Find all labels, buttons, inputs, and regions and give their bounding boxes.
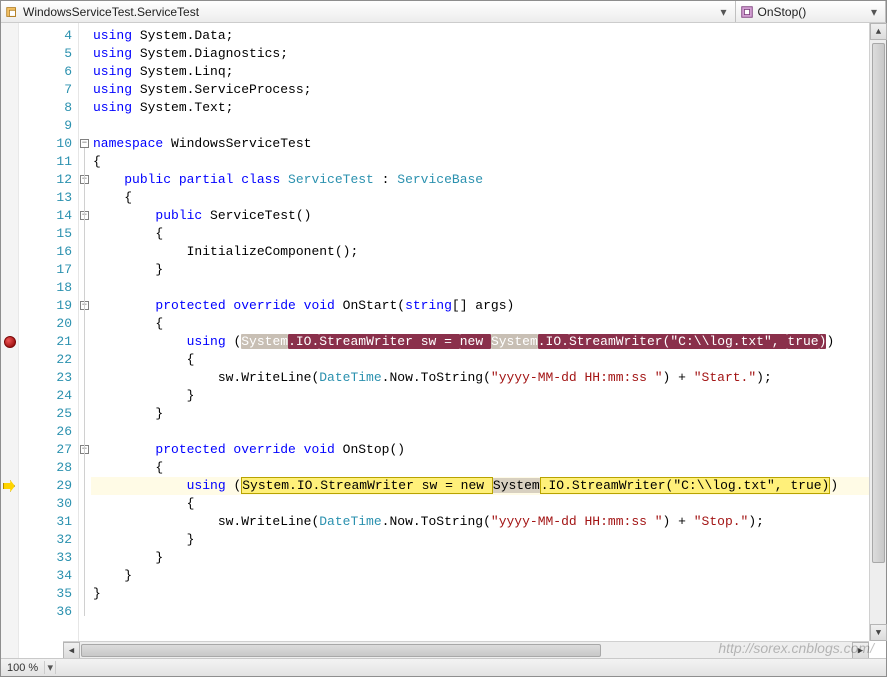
chevron-down-icon: ▾ — [867, 5, 881, 19]
line-number: 25 — [19, 405, 78, 423]
zoom-dropdown-icon[interactable]: ▾ — [44, 661, 56, 674]
scroll-thumb[interactable] — [81, 644, 601, 657]
line-number: 35 — [19, 585, 78, 603]
line-number: 11 — [19, 153, 78, 171]
line-number: 12 — [19, 171, 78, 189]
member-dropdown[interactable]: OnStop() ▾ — [736, 1, 886, 22]
breakpoint-icon[interactable] — [4, 336, 16, 348]
code-line[interactable]: protected override void OnStop() — [91, 441, 886, 459]
line-number: 20 — [19, 315, 78, 333]
line-number: 27 — [19, 441, 78, 459]
line-number: 24 — [19, 387, 78, 405]
line-number: 28 — [19, 459, 78, 477]
code-line[interactable] — [91, 423, 886, 441]
code-line[interactable]: } — [91, 531, 886, 549]
code-line[interactable]: using (System.IO.StreamWriter sw = new S… — [91, 477, 886, 495]
code-line[interactable] — [91, 117, 886, 135]
code-line[interactable]: using System.Linq; — [91, 63, 886, 81]
code-line[interactable]: { — [91, 225, 886, 243]
horizontal-scrollbar[interactable]: ◀ ▶ — [63, 641, 869, 658]
code-line[interactable]: { — [91, 351, 886, 369]
line-number: 5 — [19, 45, 78, 63]
code-editor[interactable]: 4567891011121314151617181920212223242526… — [1, 23, 886, 658]
line-number: 23 — [19, 369, 78, 387]
code-line[interactable] — [91, 603, 886, 621]
code-surface[interactable]: using System.Data;using System.Diagnosti… — [91, 23, 886, 658]
scroll-right-arrow-icon[interactable]: ▶ — [852, 642, 869, 659]
chevron-down-icon: ▾ — [717, 5, 731, 19]
scroll-thumb[interactable] — [872, 43, 885, 563]
line-number: 7 — [19, 81, 78, 99]
line-number: 26 — [19, 423, 78, 441]
code-line[interactable]: { — [91, 153, 886, 171]
line-number: 17 — [19, 261, 78, 279]
code-line[interactable]: using (System.IO.StreamWriter sw = new S… — [91, 333, 886, 351]
code-line[interactable]: { — [91, 189, 886, 207]
outline-collapse-icon[interactable]: − — [80, 139, 89, 148]
line-number: 29 — [19, 477, 78, 495]
line-number-gutter: 4567891011121314151617181920212223242526… — [19, 23, 79, 658]
outlining-margin[interactable]: −−−−− — [79, 23, 91, 658]
code-line[interactable]: using System.ServiceProcess; — [91, 81, 886, 99]
navigation-bar: WindowsServiceTest.ServiceTest ▾ OnStop(… — [1, 1, 886, 23]
code-line[interactable]: } — [91, 387, 886, 405]
line-number: 36 — [19, 603, 78, 621]
current-statement-icon[interactable] — [3, 480, 15, 492]
line-number: 13 — [19, 189, 78, 207]
line-number: 16 — [19, 243, 78, 261]
code-line[interactable]: } — [91, 261, 886, 279]
line-number: 18 — [19, 279, 78, 297]
code-line[interactable]: InitializeComponent(); — [91, 243, 886, 261]
line-number: 14 — [19, 207, 78, 225]
line-number: 30 — [19, 495, 78, 513]
line-number: 31 — [19, 513, 78, 531]
code-line[interactable]: } — [91, 567, 886, 585]
code-line[interactable]: sw.WriteLine(DateTime.Now.ToString("yyyy… — [91, 513, 886, 531]
line-number: 21 — [19, 333, 78, 351]
scroll-up-arrow-icon[interactable]: ▲ — [870, 23, 887, 40]
code-line[interactable]: using System.Diagnostics; — [91, 45, 886, 63]
line-number: 10 — [19, 135, 78, 153]
class-dropdown[interactable]: WindowsServiceTest.ServiceTest ▾ — [1, 1, 736, 22]
line-number: 32 — [19, 531, 78, 549]
code-line[interactable]: public ServiceTest() — [91, 207, 886, 225]
line-number: 15 — [19, 225, 78, 243]
code-line[interactable]: protected override void OnStart(string[]… — [91, 297, 886, 315]
line-number: 4 — [19, 27, 78, 45]
code-line[interactable]: public partial class ServiceTest : Servi… — [91, 171, 886, 189]
method-icon — [740, 5, 754, 19]
code-line[interactable]: using System.Data; — [91, 27, 886, 45]
member-dropdown-label: OnStop() — [758, 5, 807, 19]
line-number: 33 — [19, 549, 78, 567]
scroll-left-arrow-icon[interactable]: ◀ — [63, 642, 80, 659]
line-number: 9 — [19, 117, 78, 135]
status-bar: 100 % ▾ — [1, 658, 886, 676]
breakpoint-margin[interactable] — [1, 23, 19, 658]
code-line[interactable]: sw.WriteLine(DateTime.Now.ToString("yyyy… — [91, 369, 886, 387]
line-number: 6 — [19, 63, 78, 81]
outline-guide — [84, 148, 85, 616]
code-line[interactable]: { — [91, 315, 886, 333]
scroll-down-arrow-icon[interactable]: ▼ — [870, 624, 887, 641]
line-number: 34 — [19, 567, 78, 585]
code-line[interactable]: namespace WindowsServiceTest — [91, 135, 886, 153]
code-line[interactable]: { — [91, 459, 886, 477]
line-number: 8 — [19, 99, 78, 117]
vertical-scrollbar[interactable]: ▲ ▼ — [869, 23, 886, 641]
class-icon — [5, 5, 19, 19]
code-line[interactable]: } — [91, 585, 886, 603]
code-line[interactable]: } — [91, 549, 886, 567]
code-line[interactable]: { — [91, 495, 886, 513]
code-line[interactable] — [91, 279, 886, 297]
code-line[interactable]: } — [91, 405, 886, 423]
zoom-level: 100 % — [1, 662, 44, 674]
class-dropdown-label: WindowsServiceTest.ServiceTest — [23, 5, 199, 19]
code-line[interactable]: using System.Text; — [91, 99, 886, 117]
line-number: 19 — [19, 297, 78, 315]
line-number: 22 — [19, 351, 78, 369]
